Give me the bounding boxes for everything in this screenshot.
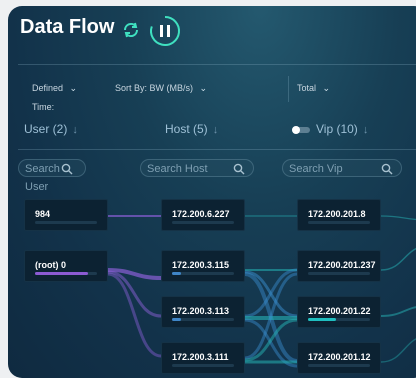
vip-node[interactable]: 172.200.201.8 [297, 199, 381, 231]
vip-node[interactable]: 172.200.201.237 [297, 250, 381, 282]
search-vip-placeholder: Search Vip [289, 163, 343, 175]
search-icon [381, 163, 393, 175]
user-node[interactable]: (root) 0 [24, 250, 108, 282]
user-column-header[interactable]: User (2) ↓ [24, 122, 78, 136]
user-node-bar [35, 221, 97, 224]
pause-icon[interactable] [148, 14, 182, 48]
vip-node-bar [308, 221, 370, 224]
vip-node-bar [308, 318, 370, 321]
host-node[interactable]: 172.200.3.111 [161, 342, 245, 374]
flow-link [380, 215, 416, 221]
sort-arrow-icon: ↓ [212, 124, 219, 136]
vip-column-header[interactable]: Vip (10) ↓ [316, 122, 368, 136]
host-node-label: 172.200.3.111 [172, 352, 229, 362]
sort-value: BW (MB/s) [149, 83, 194, 93]
user-node[interactable]: 984 [24, 199, 108, 231]
user-header-label: User (2) [24, 122, 68, 136]
vip-header-label: Vip (10) [316, 122, 358, 136]
host-node-label: 172.200.3.115 [172, 260, 230, 270]
search-icon [233, 163, 245, 175]
host-node-label: 172.200.6.227 [172, 209, 230, 219]
vip-toggle[interactable] [292, 126, 310, 134]
total-label: Total [297, 83, 317, 93]
column-header-divider [18, 149, 416, 150]
vip-node[interactable]: 172.200.201.22 [297, 296, 381, 328]
vip-node-bar-fill [308, 318, 336, 321]
host-node-label: 172.200.3.113 [172, 306, 230, 316]
sort-label: Sort By: [115, 83, 148, 93]
host-node[interactable]: 172.200.3.115 [161, 250, 245, 282]
header-divider [18, 64, 416, 65]
vip-node-label: 172.200.201.237 [308, 260, 376, 270]
vip-node-bar [308, 272, 370, 275]
vip-node-bar [308, 364, 370, 367]
host-node-bar-fill [172, 318, 182, 321]
chevron-down-icon: ⌄ [322, 83, 331, 93]
host-node-bar [172, 272, 234, 275]
user-node-label: (root) 0 [35, 260, 66, 270]
search-host-placeholder: Search Host [147, 163, 208, 175]
user-node-bar-fill [35, 272, 88, 275]
sort-arrow-icon: ↓ [362, 124, 369, 136]
host-node-bar [172, 364, 234, 367]
host-node[interactable]: 172.200.3.113 [161, 296, 245, 328]
host-node-bar-fill [172, 272, 182, 275]
user-node-label: 984 [35, 209, 51, 219]
search-host-input[interactable]: Search Host [140, 159, 254, 177]
sort-by-dropdown[interactable]: Sort By: BW (MB/s) ⌄ [115, 83, 207, 94]
total-dropdown[interactable]: Total ⌄ [297, 83, 330, 94]
vip-node-label: 172.200.201.12 [308, 352, 371, 362]
sort-arrow-icon: ↓ [72, 124, 78, 136]
vip-node[interactable]: 172.200.201.12 [297, 342, 381, 374]
host-node-bar [172, 221, 234, 224]
host-node[interactable]: 172.200.6.227 [161, 199, 245, 231]
host-header-label: Host (5) [165, 122, 208, 136]
page-title: Data Flow [20, 16, 115, 38]
host-node-bar [172, 318, 234, 321]
chevron-down-icon: ⌄ [199, 83, 208, 93]
host-column-header[interactable]: Host (5) ↓ [165, 122, 218, 136]
vip-node-label: 172.200.201.22 [308, 306, 371, 316]
search-vip-input[interactable]: Search Vip [282, 159, 402, 177]
defined-time-dropdown[interactable]: Defined ⌄ [32, 83, 77, 94]
user-node-bar [35, 272, 97, 275]
vip-node-label: 172.200.201.8 [308, 209, 366, 219]
defined-label: Defined [32, 83, 64, 93]
data-flow-panel: Data Flow Defined ⌄ Time: Sort By: BW (M… [8, 6, 416, 378]
chevron-down-icon: ⌄ [69, 83, 78, 93]
time-label: Time: [32, 102, 55, 112]
search-user-input[interactable]: Search User [18, 159, 86, 193]
refresh-icon[interactable] [120, 19, 142, 41]
flow-link [380, 306, 416, 317]
flow-link [380, 338, 416, 363]
control-divider [288, 76, 289, 102]
search-icon [61, 163, 73, 175]
flow-link [380, 247, 416, 271]
